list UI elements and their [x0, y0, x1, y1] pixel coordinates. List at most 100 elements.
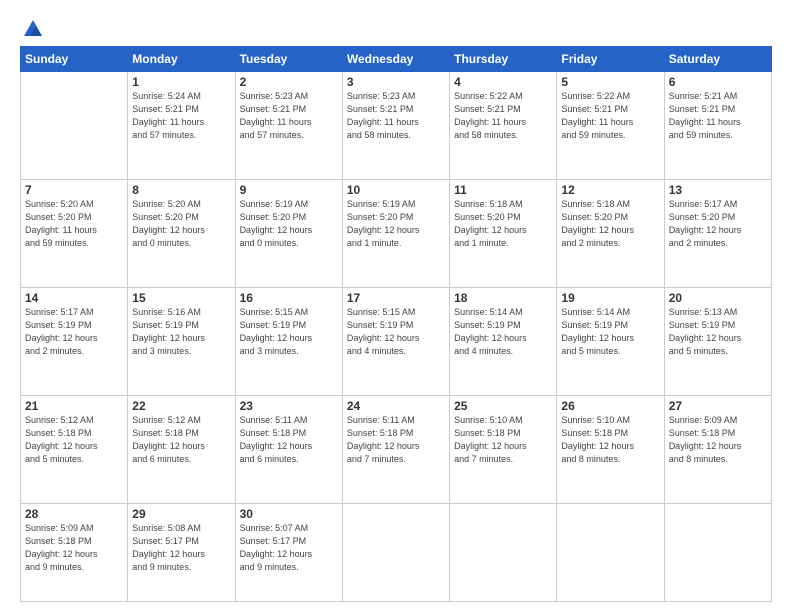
day-info: Sunrise: 5:20 AMSunset: 5:20 PMDaylight:… — [132, 198, 230, 250]
day-number: 15 — [132, 291, 230, 305]
day-number: 19 — [561, 291, 659, 305]
calendar-cell: 25Sunrise: 5:10 AMSunset: 5:18 PMDayligh… — [450, 396, 557, 504]
day-info: Sunrise: 5:18 AMSunset: 5:20 PMDaylight:… — [561, 198, 659, 250]
calendar-cell: 26Sunrise: 5:10 AMSunset: 5:18 PMDayligh… — [557, 396, 664, 504]
day-number: 17 — [347, 291, 445, 305]
day-info: Sunrise: 5:10 AMSunset: 5:18 PMDaylight:… — [561, 414, 659, 466]
calendar-cell: 7Sunrise: 5:20 AMSunset: 5:20 PMDaylight… — [21, 180, 128, 288]
calendar-cell: 14Sunrise: 5:17 AMSunset: 5:19 PMDayligh… — [21, 288, 128, 396]
day-number: 21 — [25, 399, 123, 413]
calendar-cell: 20Sunrise: 5:13 AMSunset: 5:19 PMDayligh… — [664, 288, 771, 396]
day-info: Sunrise: 5:14 AMSunset: 5:19 PMDaylight:… — [454, 306, 552, 358]
calendar-cell — [450, 504, 557, 602]
day-info: Sunrise: 5:22 AMSunset: 5:21 PMDaylight:… — [561, 90, 659, 142]
day-number: 6 — [669, 75, 767, 89]
day-number: 12 — [561, 183, 659, 197]
day-info: Sunrise: 5:07 AMSunset: 5:17 PMDaylight:… — [240, 522, 338, 574]
calendar-cell: 17Sunrise: 5:15 AMSunset: 5:19 PMDayligh… — [342, 288, 449, 396]
day-info: Sunrise: 5:23 AMSunset: 5:21 PMDaylight:… — [347, 90, 445, 142]
day-number: 11 — [454, 183, 552, 197]
day-info: Sunrise: 5:21 AMSunset: 5:21 PMDaylight:… — [669, 90, 767, 142]
calendar-cell: 10Sunrise: 5:19 AMSunset: 5:20 PMDayligh… — [342, 180, 449, 288]
day-info: Sunrise: 5:09 AMSunset: 5:18 PMDaylight:… — [25, 522, 123, 574]
calendar-cell: 8Sunrise: 5:20 AMSunset: 5:20 PMDaylight… — [128, 180, 235, 288]
day-number: 20 — [669, 291, 767, 305]
day-info: Sunrise: 5:22 AMSunset: 5:21 PMDaylight:… — [454, 90, 552, 142]
day-number: 16 — [240, 291, 338, 305]
calendar-cell — [557, 504, 664, 602]
day-info: Sunrise: 5:12 AMSunset: 5:18 PMDaylight:… — [132, 414, 230, 466]
weekday-header-sunday: Sunday — [21, 47, 128, 72]
calendar-cell — [21, 72, 128, 180]
calendar-cell: 27Sunrise: 5:09 AMSunset: 5:18 PMDayligh… — [664, 396, 771, 504]
day-number: 18 — [454, 291, 552, 305]
calendar-cell: 24Sunrise: 5:11 AMSunset: 5:18 PMDayligh… — [342, 396, 449, 504]
day-number: 29 — [132, 507, 230, 521]
day-info: Sunrise: 5:11 AMSunset: 5:18 PMDaylight:… — [240, 414, 338, 466]
day-number: 4 — [454, 75, 552, 89]
calendar-cell: 18Sunrise: 5:14 AMSunset: 5:19 PMDayligh… — [450, 288, 557, 396]
calendar-cell: 5Sunrise: 5:22 AMSunset: 5:21 PMDaylight… — [557, 72, 664, 180]
day-info: Sunrise: 5:13 AMSunset: 5:19 PMDaylight:… — [669, 306, 767, 358]
day-number: 7 — [25, 183, 123, 197]
day-number: 26 — [561, 399, 659, 413]
logo-icon — [22, 18, 44, 40]
calendar-cell — [664, 504, 771, 602]
day-info: Sunrise: 5:15 AMSunset: 5:19 PMDaylight:… — [347, 306, 445, 358]
day-info: Sunrise: 5:15 AMSunset: 5:19 PMDaylight:… — [240, 306, 338, 358]
calendar-cell: 21Sunrise: 5:12 AMSunset: 5:18 PMDayligh… — [21, 396, 128, 504]
day-info: Sunrise: 5:12 AMSunset: 5:18 PMDaylight:… — [25, 414, 123, 466]
day-number: 3 — [347, 75, 445, 89]
calendar-cell: 30Sunrise: 5:07 AMSunset: 5:17 PMDayligh… — [235, 504, 342, 602]
header — [20, 18, 772, 36]
weekday-header-thursday: Thursday — [450, 47, 557, 72]
calendar-cell: 2Sunrise: 5:23 AMSunset: 5:21 PMDaylight… — [235, 72, 342, 180]
day-number: 5 — [561, 75, 659, 89]
day-number: 23 — [240, 399, 338, 413]
calendar-cell: 29Sunrise: 5:08 AMSunset: 5:17 PMDayligh… — [128, 504, 235, 602]
day-number: 25 — [454, 399, 552, 413]
day-number: 30 — [240, 507, 338, 521]
calendar-cell: 11Sunrise: 5:18 AMSunset: 5:20 PMDayligh… — [450, 180, 557, 288]
day-info: Sunrise: 5:08 AMSunset: 5:17 PMDaylight:… — [132, 522, 230, 574]
calendar-cell: 16Sunrise: 5:15 AMSunset: 5:19 PMDayligh… — [235, 288, 342, 396]
day-number: 1 — [132, 75, 230, 89]
day-info: Sunrise: 5:19 AMSunset: 5:20 PMDaylight:… — [347, 198, 445, 250]
calendar-cell: 9Sunrise: 5:19 AMSunset: 5:20 PMDaylight… — [235, 180, 342, 288]
calendar-cell — [342, 504, 449, 602]
calendar-cell: 1Sunrise: 5:24 AMSunset: 5:21 PMDaylight… — [128, 72, 235, 180]
day-number: 9 — [240, 183, 338, 197]
logo — [20, 18, 44, 36]
calendar-cell: 15Sunrise: 5:16 AMSunset: 5:19 PMDayligh… — [128, 288, 235, 396]
day-number: 28 — [25, 507, 123, 521]
day-number: 14 — [25, 291, 123, 305]
day-number: 13 — [669, 183, 767, 197]
day-info: Sunrise: 5:16 AMSunset: 5:19 PMDaylight:… — [132, 306, 230, 358]
weekday-header-monday: Monday — [128, 47, 235, 72]
day-info: Sunrise: 5:20 AMSunset: 5:20 PMDaylight:… — [25, 198, 123, 250]
weekday-header-saturday: Saturday — [664, 47, 771, 72]
day-number: 10 — [347, 183, 445, 197]
calendar-cell: 23Sunrise: 5:11 AMSunset: 5:18 PMDayligh… — [235, 396, 342, 504]
day-info: Sunrise: 5:10 AMSunset: 5:18 PMDaylight:… — [454, 414, 552, 466]
day-number: 2 — [240, 75, 338, 89]
calendar-cell: 4Sunrise: 5:22 AMSunset: 5:21 PMDaylight… — [450, 72, 557, 180]
calendar-cell: 3Sunrise: 5:23 AMSunset: 5:21 PMDaylight… — [342, 72, 449, 180]
calendar-cell: 28Sunrise: 5:09 AMSunset: 5:18 PMDayligh… — [21, 504, 128, 602]
day-info: Sunrise: 5:17 AMSunset: 5:19 PMDaylight:… — [25, 306, 123, 358]
calendar-cell: 12Sunrise: 5:18 AMSunset: 5:20 PMDayligh… — [557, 180, 664, 288]
day-number: 24 — [347, 399, 445, 413]
calendar-cell: 19Sunrise: 5:14 AMSunset: 5:19 PMDayligh… — [557, 288, 664, 396]
page: SundayMondayTuesdayWednesdayThursdayFrid… — [0, 0, 792, 612]
calendar-cell: 6Sunrise: 5:21 AMSunset: 5:21 PMDaylight… — [664, 72, 771, 180]
day-info: Sunrise: 5:11 AMSunset: 5:18 PMDaylight:… — [347, 414, 445, 466]
day-info: Sunrise: 5:19 AMSunset: 5:20 PMDaylight:… — [240, 198, 338, 250]
weekday-header-friday: Friday — [557, 47, 664, 72]
day-info: Sunrise: 5:17 AMSunset: 5:20 PMDaylight:… — [669, 198, 767, 250]
day-number: 22 — [132, 399, 230, 413]
day-info: Sunrise: 5:09 AMSunset: 5:18 PMDaylight:… — [669, 414, 767, 466]
calendar: SundayMondayTuesdayWednesdayThursdayFrid… — [20, 46, 772, 602]
day-info: Sunrise: 5:14 AMSunset: 5:19 PMDaylight:… — [561, 306, 659, 358]
weekday-header-wednesday: Wednesday — [342, 47, 449, 72]
day-info: Sunrise: 5:24 AMSunset: 5:21 PMDaylight:… — [132, 90, 230, 142]
